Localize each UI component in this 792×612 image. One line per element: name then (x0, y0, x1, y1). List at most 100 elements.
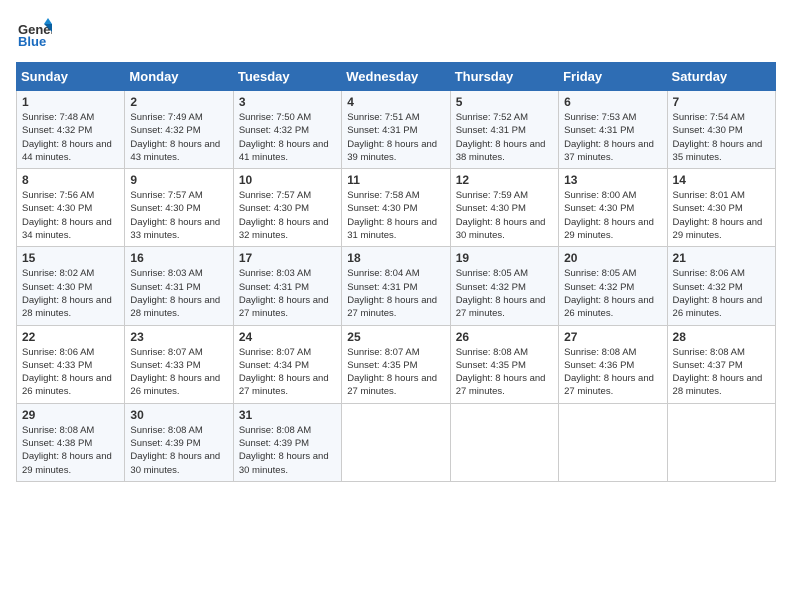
cell-info: Sunrise: 8:07 AM Sunset: 4:35 PM Dayligh… (347, 346, 444, 399)
cell-info: Sunrise: 7:50 AM Sunset: 4:32 PM Dayligh… (239, 111, 336, 164)
cell-info: Sunrise: 7:58 AM Sunset: 4:30 PM Dayligh… (347, 189, 444, 242)
calendar-cell: 10 Sunrise: 7:57 AM Sunset: 4:30 PM Dayli… (233, 169, 341, 247)
cell-info: Sunrise: 7:57 AM Sunset: 4:30 PM Dayligh… (130, 189, 227, 242)
day-number: 7 (673, 95, 770, 109)
calendar-cell: 12 Sunrise: 7:59 AM Sunset: 4:30 PM Dayli… (450, 169, 558, 247)
calendar-cell: 25 Sunrise: 8:07 AM Sunset: 4:35 PM Dayli… (342, 325, 450, 403)
calendar-cell: 6 Sunrise: 7:53 AM Sunset: 4:31 PM Daylig… (559, 91, 667, 169)
calendar-header-monday: Monday (125, 63, 233, 91)
cell-info: Sunrise: 8:08 AM Sunset: 4:35 PM Dayligh… (456, 346, 553, 399)
cell-info: Sunrise: 7:54 AM Sunset: 4:30 PM Dayligh… (673, 111, 770, 164)
day-number: 19 (456, 251, 553, 265)
calendar-cell: 1 Sunrise: 7:48 AM Sunset: 4:32 PM Daylig… (17, 91, 125, 169)
day-number: 2 (130, 95, 227, 109)
calendar-header-friday: Friday (559, 63, 667, 91)
calendar-cell: 29 Sunrise: 8:08 AM Sunset: 4:38 PM Dayli… (17, 403, 125, 481)
day-number: 3 (239, 95, 336, 109)
calendar-cell: 31 Sunrise: 8:08 AM Sunset: 4:39 PM Dayli… (233, 403, 341, 481)
calendar-cell: 14Sunrise: 8:01 AM Sunset: 4:30 PM Dayli… (667, 169, 775, 247)
svg-text:Blue: Blue (18, 34, 46, 49)
day-number: 6 (564, 95, 661, 109)
cell-info: Sunrise: 8:07 AM Sunset: 4:34 PM Dayligh… (239, 346, 336, 399)
calendar-cell: 2 Sunrise: 7:49 AM Sunset: 4:32 PM Daylig… (125, 91, 233, 169)
cell-info: Sunrise: 8:00 AM Sunset: 4:30 PM Dayligh… (564, 189, 661, 242)
day-number: 12 (456, 173, 553, 187)
cell-info: Sunrise: 8:08 AM Sunset: 4:39 PM Dayligh… (130, 424, 227, 477)
cell-info: Sunrise: 8:03 AM Sunset: 4:31 PM Dayligh… (239, 267, 336, 320)
calendar-body: 1 Sunrise: 7:48 AM Sunset: 4:32 PM Daylig… (17, 91, 776, 482)
calendar-cell: 4Sunrise: 7:51 AM Sunset: 4:31 PM Daylig… (342, 91, 450, 169)
day-number: 30 (130, 408, 227, 422)
calendar-cell: 11 Sunrise: 7:58 AM Sunset: 4:30 PM Dayli… (342, 169, 450, 247)
day-number: 9 (130, 173, 227, 187)
cell-info: Sunrise: 7:56 AM Sunset: 4:30 PM Dayligh… (22, 189, 119, 242)
calendar-week-row: 29 Sunrise: 8:08 AM Sunset: 4:38 PM Dayli… (17, 403, 776, 481)
cell-info: Sunrise: 8:07 AM Sunset: 4:33 PM Dayligh… (130, 346, 227, 399)
day-number: 23 (130, 330, 227, 344)
day-number: 26 (456, 330, 553, 344)
calendar-header-tuesday: Tuesday (233, 63, 341, 91)
day-number: 14 (673, 173, 770, 187)
cell-info: Sunrise: 7:57 AM Sunset: 4:30 PM Dayligh… (239, 189, 336, 242)
calendar-table: SundayMondayTuesdayWednesdayThursdayFrid… (16, 62, 776, 482)
logo-icon: General Blue (16, 16, 52, 52)
cell-info: Sunrise: 8:03 AM Sunset: 4:31 PM Dayligh… (130, 267, 227, 320)
calendar-cell: 27 Sunrise: 8:08 AM Sunset: 4:36 PM Dayli… (559, 325, 667, 403)
cell-info: Sunrise: 7:52 AM Sunset: 4:31 PM Dayligh… (456, 111, 553, 164)
calendar-cell: 18Sunrise: 8:04 AM Sunset: 4:31 PM Dayli… (342, 247, 450, 325)
calendar-cell: 7 Sunrise: 7:54 AM Sunset: 4:30 PM Daylig… (667, 91, 775, 169)
day-number: 24 (239, 330, 336, 344)
calendar-header-row: SundayMondayTuesdayWednesdayThursdayFrid… (17, 63, 776, 91)
day-number: 15 (22, 251, 119, 265)
calendar-cell: 20 Sunrise: 8:05 AM Sunset: 4:32 PM Dayli… (559, 247, 667, 325)
calendar-cell (342, 403, 450, 481)
calendar-cell (667, 403, 775, 481)
calendar-header-sunday: Sunday (17, 63, 125, 91)
day-number: 11 (347, 173, 444, 187)
calendar-cell: 22 Sunrise: 8:06 AM Sunset: 4:33 PM Dayli… (17, 325, 125, 403)
day-number: 29 (22, 408, 119, 422)
day-number: 16 (130, 251, 227, 265)
cell-info: Sunrise: 8:08 AM Sunset: 4:39 PM Dayligh… (239, 424, 336, 477)
calendar-cell: 17Sunrise: 8:03 AM Sunset: 4:31 PM Dayli… (233, 247, 341, 325)
calendar-cell: 26 Sunrise: 8:08 AM Sunset: 4:35 PM Dayli… (450, 325, 558, 403)
cell-info: Sunrise: 8:08 AM Sunset: 4:36 PM Dayligh… (564, 346, 661, 399)
cell-info: Sunrise: 7:53 AM Sunset: 4:31 PM Dayligh… (564, 111, 661, 164)
cell-info: Sunrise: 8:02 AM Sunset: 4:30 PM Dayligh… (22, 267, 119, 320)
day-number: 10 (239, 173, 336, 187)
day-number: 21 (673, 251, 770, 265)
calendar-week-row: 15 Sunrise: 8:02 AM Sunset: 4:30 PM Dayli… (17, 247, 776, 325)
calendar-cell: 13Sunrise: 8:00 AM Sunset: 4:30 PM Dayli… (559, 169, 667, 247)
day-number: 27 (564, 330, 661, 344)
cell-info: Sunrise: 7:48 AM Sunset: 4:32 PM Dayligh… (22, 111, 119, 164)
day-number: 1 (22, 95, 119, 109)
cell-info: Sunrise: 8:06 AM Sunset: 4:32 PM Dayligh… (673, 267, 770, 320)
day-number: 25 (347, 330, 444, 344)
cell-info: Sunrise: 7:49 AM Sunset: 4:32 PM Dayligh… (130, 111, 227, 164)
calendar-cell: 3 Sunrise: 7:50 AM Sunset: 4:32 PM Daylig… (233, 91, 341, 169)
calendar-cell: 30 Sunrise: 8:08 AM Sunset: 4:39 PM Dayli… (125, 403, 233, 481)
calendar-header-thursday: Thursday (450, 63, 558, 91)
cell-info: Sunrise: 8:05 AM Sunset: 4:32 PM Dayligh… (564, 267, 661, 320)
logo: General Blue (16, 16, 52, 52)
day-number: 22 (22, 330, 119, 344)
calendar-cell: 15 Sunrise: 8:02 AM Sunset: 4:30 PM Dayli… (17, 247, 125, 325)
day-number: 5 (456, 95, 553, 109)
calendar-header-saturday: Saturday (667, 63, 775, 91)
calendar-cell: 16 Sunrise: 8:03 AM Sunset: 4:31 PM Dayli… (125, 247, 233, 325)
calendar-cell (450, 403, 558, 481)
cell-info: Sunrise: 7:59 AM Sunset: 4:30 PM Dayligh… (456, 189, 553, 242)
calendar-cell: 5 Sunrise: 7:52 AM Sunset: 4:31 PM Daylig… (450, 91, 558, 169)
calendar-week-row: 22 Sunrise: 8:06 AM Sunset: 4:33 PM Dayli… (17, 325, 776, 403)
calendar-cell: 8 Sunrise: 7:56 AM Sunset: 4:30 PM Daylig… (17, 169, 125, 247)
cell-info: Sunrise: 8:08 AM Sunset: 4:37 PM Dayligh… (673, 346, 770, 399)
day-number: 31 (239, 408, 336, 422)
calendar-cell: 24 Sunrise: 8:07 AM Sunset: 4:34 PM Dayli… (233, 325, 341, 403)
calendar-cell (559, 403, 667, 481)
cell-info: Sunrise: 8:08 AM Sunset: 4:38 PM Dayligh… (22, 424, 119, 477)
cell-info: Sunrise: 8:06 AM Sunset: 4:33 PM Dayligh… (22, 346, 119, 399)
calendar-header-wednesday: Wednesday (342, 63, 450, 91)
day-number: 20 (564, 251, 661, 265)
calendar-cell: 28Sunrise: 8:08 AM Sunset: 4:37 PM Dayli… (667, 325, 775, 403)
day-number: 8 (22, 173, 119, 187)
